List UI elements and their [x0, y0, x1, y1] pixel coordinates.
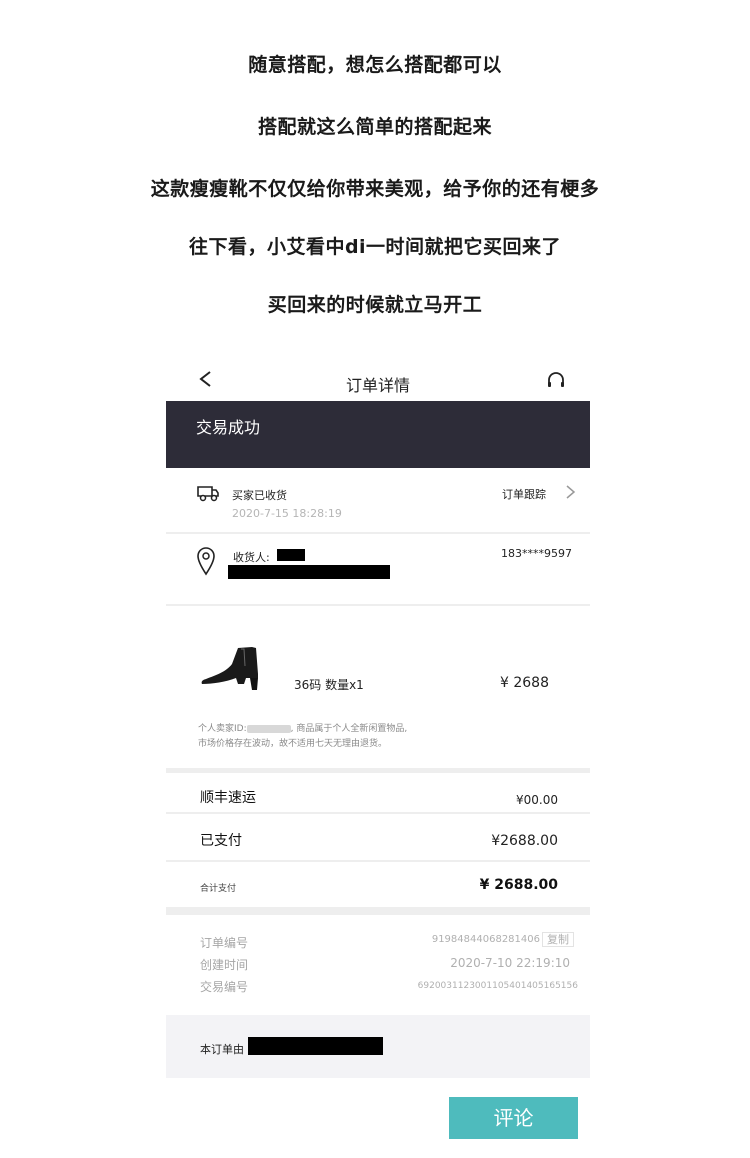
seller-id-label: 个人卖家ID:	[198, 724, 247, 734]
order-number: 91984844068281406	[431, 934, 540, 945]
caption-line-3: 这款瘦瘦靴不仅仅给你带来美观，给予你的还有梗多	[150, 178, 600, 200]
page-title: 订单详情	[345, 376, 410, 395]
fulfilled-by-label: 本订单由	[200, 1043, 244, 1056]
receiver-label: 收货人:	[233, 551, 270, 564]
section-divider	[166, 907, 590, 915]
paid-row: 已支付 ¥2688.00	[166, 814, 590, 860]
created-time-label: 创建时间	[200, 958, 249, 972]
order-tracking-link[interactable]: 订单跟踪	[502, 486, 546, 502]
receiver-phone: 183****9597	[501, 547, 572, 560]
order-number-label: 订单编号	[200, 936, 249, 950]
nav-bar: 订单详情	[166, 358, 590, 401]
copy-button[interactable]: 复制	[542, 932, 574, 947]
delivery-row[interactable]: 买家已收货 2020-7-15 18:28:19 订单跟踪	[166, 468, 590, 534]
product-item[interactable]: 36码 数量x1 ¥ 2688 个人卖家ID: , 商品属于个人全新闲置物品, 市…	[166, 606, 590, 768]
shipping-value: ¥00.00	[516, 793, 558, 807]
shipping-label: 顺丰速运	[200, 790, 256, 806]
paid-label: 已支付	[200, 833, 242, 849]
caption-line-5: 买回来的时候就立马开工	[267, 294, 483, 316]
total-value: ¥ 2688.00	[479, 877, 558, 893]
paid-value: ¥2688.00	[491, 833, 558, 849]
caption-line-2: 搭配就这么简单的搭配起来	[257, 116, 492, 138]
order-detail-screen: 订单详情 交易成功 买家已收货 2020-7-15 18:28:19 订单跟踪 …	[166, 358, 590, 1158]
blurred-seller-id	[246, 724, 291, 733]
product-spec: 36码 数量x1	[294, 678, 364, 692]
order-status: 交易成功	[196, 418, 261, 437]
ankle-boot-image	[201, 647, 258, 690]
created-time: 2020-7-10 22:19:10	[450, 956, 570, 970]
delivery-status: 买家已收货	[232, 489, 287, 502]
location-pin-icon	[197, 547, 215, 576]
product-price: ¥ 2688	[500, 675, 549, 691]
order-meta: 订单编号 91984844068281406 复制 创建时间 2020-7-10…	[166, 922, 590, 1014]
redacted-receiver-name	[277, 549, 305, 561]
notice-line-1: , 商品属于个人全新闲置物品,	[290, 724, 408, 734]
headset-icon[interactable]	[546, 371, 566, 391]
status-banner: 交易成功	[166, 401, 590, 468]
chevron-right-icon[interactable]	[564, 485, 576, 499]
seller-notice: 个人卖家ID: , 商品属于个人全新闲置物品, 市场价格存在波动，故不适用七天无理…	[198, 722, 578, 752]
truck-icon	[197, 486, 219, 502]
trade-number-label: 交易编号	[200, 980, 249, 994]
redacted-fulfiller	[248, 1037, 383, 1055]
total-row: 合计支付 ¥ 2688.00	[166, 862, 590, 907]
caption-line-4: 往下看，小艾看中di一时间就把它买回来了	[188, 236, 562, 258]
redacted-address	[228, 565, 390, 579]
shipping-row: 顺丰速运 ¥00.00	[166, 773, 590, 812]
review-button[interactable]: 评论	[449, 1097, 578, 1139]
caption-line-1: 随意搭配，想怎么搭配都可以	[248, 54, 502, 76]
delivery-time: 2020-7-15 18:28:19	[232, 507, 342, 520]
address-row: 收货人: 183****9597	[166, 534, 590, 606]
total-label: 合计支付	[200, 884, 237, 894]
notice-line-2: 市场价格存在波动，故不适用七天无理由退货。	[198, 739, 388, 749]
fulfilled-by-box: 本订单由	[166, 1015, 590, 1078]
trade-number: 6920031123001105401405165156	[417, 981, 578, 991]
